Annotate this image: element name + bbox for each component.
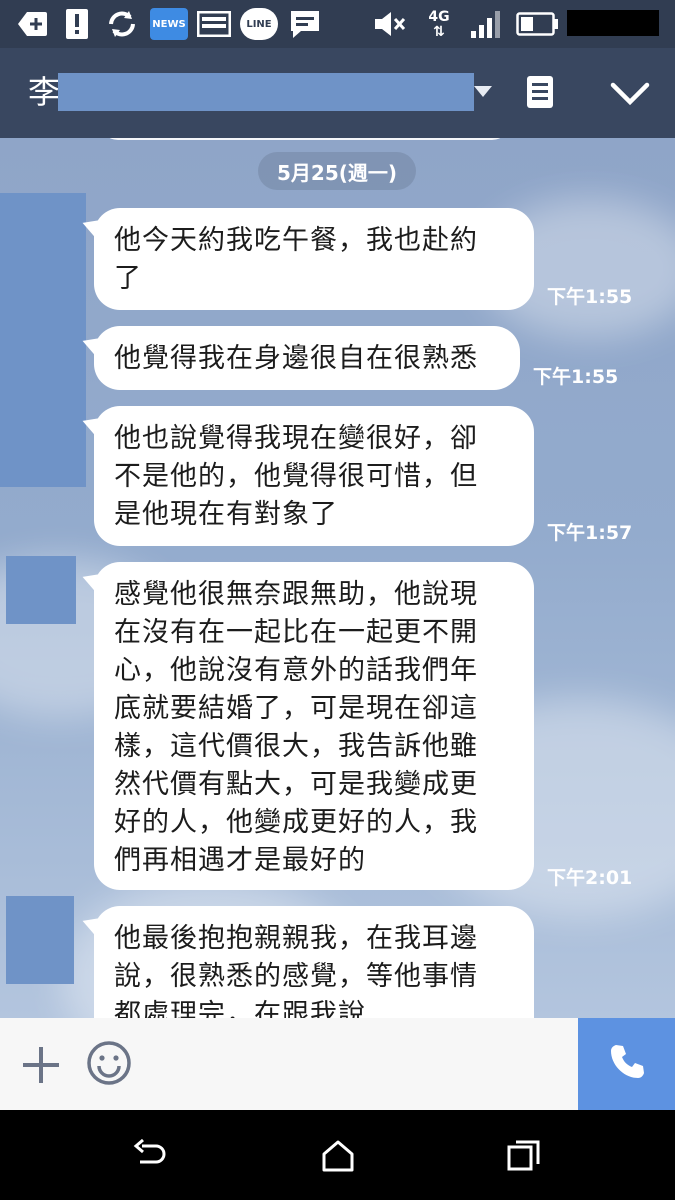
message-bubble[interactable]: 他覺得我在身邊很自在很熟悉 (94, 326, 520, 390)
dropdown-arrow-icon[interactable] (474, 86, 492, 97)
message-time: 下午1:57 (547, 522, 633, 544)
message-text: 感覺他很無奈跟無助，他說現 在沒有在一起比在一起更不開 心，他說沒有意外的話我們… (114, 579, 478, 876)
recent-apps-icon[interactable] (506, 1138, 542, 1174)
back-icon[interactable] (132, 1138, 168, 1174)
chat-area[interactable]: 5月25(週一) 他今天約我吃午餐，我也赴約 了 下午1:55 他覺得我在身邊很… (0, 138, 675, 1018)
message-bubble[interactable]: 他也說覺得我現在變很好，卻 不是他的，他覺得很可惜，但 是他現在有對象了 (94, 406, 534, 546)
sync-icon (104, 8, 140, 40)
chevron-down-icon[interactable] (608, 76, 652, 110)
date-separator: 5月25(週一) (258, 152, 416, 190)
previous-message-bubble (100, 138, 510, 140)
message-text: 他覺得我在身邊很自在很熟悉 (114, 343, 478, 374)
signal-icon (468, 8, 504, 40)
message-text: 他也說覺得我現在變很好，卻 不是他的，他覺得很可惜，但 是他現在有對象了 (114, 423, 478, 530)
message-bubble[interactable]: 感覺他很無奈跟無助，他說現 在沒有在一起比在一起更不開 心，他說沒有意外的話我們… (94, 562, 534, 890)
chat-header: 李 (0, 48, 675, 138)
message-time: 下午2:01 (547, 867, 633, 889)
image-icon (196, 8, 232, 40)
status-redaction (567, 10, 659, 36)
chat-title[interactable]: 李 (28, 74, 60, 110)
news-app-icon: NEWS (150, 8, 188, 40)
home-icon[interactable] (320, 1138, 356, 1174)
message-text: 他今天約我吃午餐，我也赴約 了 (114, 225, 478, 294)
message-time: 下午1:55 (547, 286, 633, 308)
status-bar: NEWS LINE 4G ⇅ (0, 0, 675, 48)
message-text: 他最後抱抱親親我，在我耳邊 說，很熟悉的感覺，等他事情 都處理完，在跟我說 (114, 923, 478, 1018)
message-time: 下午1:55 (533, 366, 619, 388)
message-bubble[interactable]: 他最後抱抱親親我，在我耳邊 說，很熟悉的感覺，等他事情 都處理完，在跟我說 (94, 906, 534, 1018)
call-button[interactable] (578, 1018, 675, 1110)
line-app-icon: LINE (240, 8, 278, 40)
message-input-bar (0, 1018, 675, 1110)
redacted-name-block (58, 73, 474, 111)
add-box-icon (16, 8, 50, 40)
network-4g-icon: 4G ⇅ (428, 9, 450, 40)
message-bubble[interactable]: 他今天約我吃午餐，我也赴約 了 (94, 208, 534, 310)
phone-icon (607, 1042, 647, 1086)
notes-icon[interactable] (526, 75, 554, 109)
avatar[interactable] (0, 193, 86, 487)
system-nav-bar (0, 1110, 675, 1200)
alert-icon (64, 8, 90, 40)
battery-icon (516, 8, 560, 40)
emoji-icon[interactable] (86, 1040, 132, 1086)
message-icon (288, 8, 322, 40)
plus-icon[interactable] (20, 1044, 62, 1086)
avatar[interactable] (6, 556, 76, 624)
mute-icon (372, 8, 408, 40)
avatar[interactable] (6, 896, 74, 984)
